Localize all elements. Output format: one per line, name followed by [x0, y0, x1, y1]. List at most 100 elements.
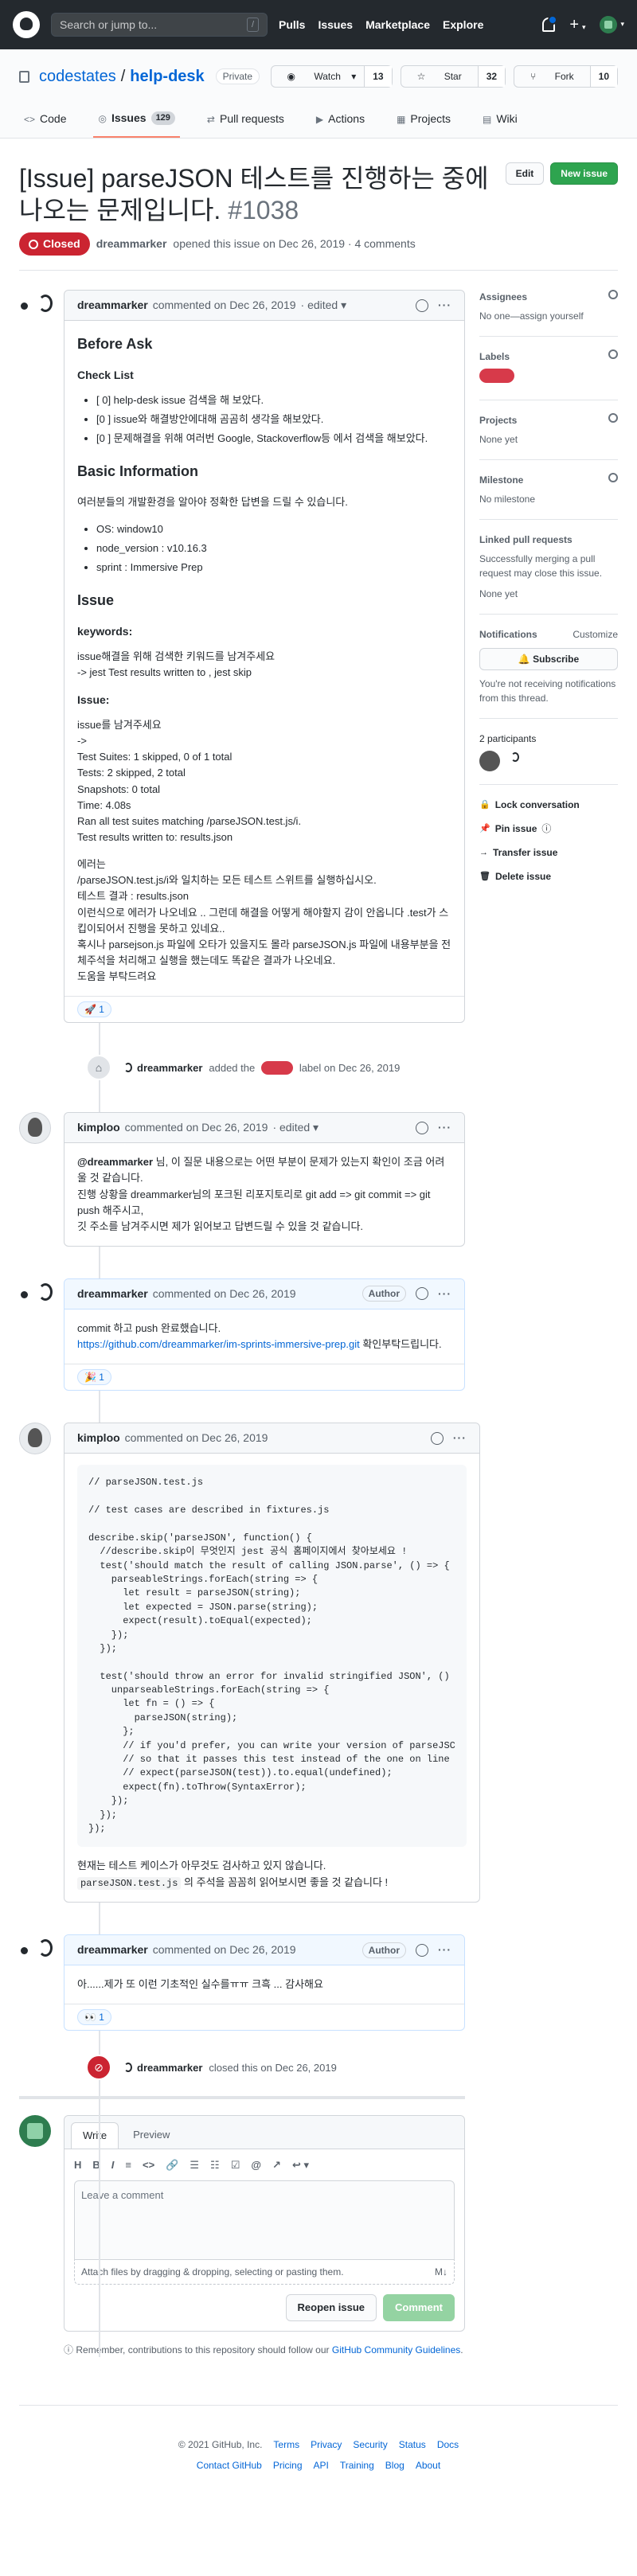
add-reaction-icon[interactable]	[430, 1431, 444, 1445]
nav-pulls[interactable]: Pulls	[279, 17, 305, 33]
add-reaction-icon[interactable]	[416, 1121, 428, 1134]
customize-link[interactable]: Customize	[573, 627, 618, 642]
edited-dropdown[interactable]: · edited ▾	[301, 297, 347, 314]
avatar[interactable]	[19, 1278, 53, 1310]
add-reaction-icon[interactable]	[416, 1943, 428, 1957]
avatar[interactable]	[19, 290, 53, 322]
bold-icon[interactable]: B	[92, 2157, 100, 2173]
comment-author[interactable]: dreammarker	[77, 1942, 148, 1958]
tab-wiki[interactable]: ▤ Wiki	[478, 103, 522, 138]
comment-author[interactable]: kimploo	[77, 1430, 120, 1446]
footer-link[interactable]: Security	[353, 2437, 387, 2452]
italic-icon[interactable]: I	[111, 2157, 115, 2173]
bug-label[interactable]	[479, 369, 514, 383]
issue-author-link[interactable]: dreammarker	[96, 236, 167, 252]
gear-icon[interactable]	[608, 290, 618, 299]
delete-issue-button[interactable]: 🗑 Delete issue	[479, 869, 618, 884]
reaction-rocket[interactable]: 🚀 1	[77, 1001, 111, 1018]
new-issue-button[interactable]: New issue	[550, 162, 618, 185]
lock-conversation-button[interactable]: 🔒 Lock conversation	[479, 798, 618, 812]
avatar[interactable]	[19, 1934, 53, 1967]
footer-link[interactable]: API	[314, 2458, 329, 2473]
more-options-icon[interactable]: ···	[438, 1942, 451, 1958]
tab-write[interactable]: Write	[71, 2122, 119, 2149]
code-icon[interactable]: <>	[143, 2157, 154, 2173]
tab-projects[interactable]: ▦ Projects	[392, 103, 455, 138]
pin-issue-button[interactable]: 📌 Pin issue ⓘ	[479, 822, 618, 836]
reaction-eyes[interactable]: 👀 1	[77, 2009, 111, 2026]
reaction-tada[interactable]: 🎉 1	[77, 1369, 111, 1386]
notification-bell-icon[interactable]	[542, 15, 558, 32]
github-logo-icon[interactable]	[13, 11, 40, 38]
quote-icon[interactable]: ≡	[125, 2157, 131, 2173]
heading-icon[interactable]: H	[74, 2157, 81, 2173]
gear-icon[interactable]	[608, 473, 618, 482]
avatar[interactable]	[19, 1423, 51, 1455]
comment-author[interactable]: dreammarker	[77, 1286, 148, 1302]
attach-files-area[interactable]: Attach files by dragging & dropping, sel…	[74, 2260, 455, 2285]
more-options-icon[interactable]: ···	[438, 1286, 451, 1302]
bullet-list-icon[interactable]: ☰	[190, 2157, 199, 2173]
repo-link[interactable]: https://github.com/dreammarker/im-sprint…	[77, 1338, 360, 1350]
watch-button[interactable]: ◉ Watch ▾ 13	[270, 65, 393, 88]
more-options-icon[interactable]: ···	[453, 1430, 467, 1446]
comment-author[interactable]: kimploo	[77, 1119, 120, 1136]
footer-link[interactable]: Privacy	[311, 2437, 342, 2452]
repo-name-link[interactable]: help-desk	[130, 64, 204, 88]
assign-yourself-link[interactable]: No one—assign yourself	[479, 309, 618, 323]
tab-actions[interactable]: ▶ Actions	[311, 103, 369, 138]
event-actor[interactable]: dreammarker	[137, 1060, 202, 1076]
nav-marketplace[interactable]: Marketplace	[365, 17, 430, 33]
more-options-icon[interactable]: ···	[438, 297, 451, 314]
avatar[interactable]	[19, 1112, 51, 1145]
nav-issues[interactable]: Issues	[318, 17, 353, 33]
footer-link[interactable]: About	[416, 2458, 440, 2473]
gear-icon[interactable]	[608, 413, 618, 423]
bug-label[interactable]: Bug	[261, 1061, 293, 1075]
mention-icon[interactable]: @	[251, 2157, 261, 2173]
footer-link[interactable]: Contact GitHub	[197, 2458, 262, 2473]
add-reaction-icon[interactable]	[416, 299, 428, 312]
avatar[interactable]	[118, 2061, 132, 2074]
footer-link[interactable]: Terms	[273, 2437, 299, 2452]
comment-author[interactable]: dreammarker	[77, 297, 148, 314]
footer-link[interactable]: Status	[399, 2437, 426, 2452]
saved-reply-icon[interactable]: ↩ ▾	[292, 2157, 309, 2173]
repo-owner-link[interactable]: codestates	[39, 64, 116, 88]
search-input[interactable]: Search or jump to... /	[51, 13, 268, 37]
link-icon[interactable]: 🔗	[166, 2157, 178, 2173]
tab-code[interactable]: <> Code	[19, 103, 71, 138]
user-menu[interactable]: ▾	[600, 16, 624, 33]
footer-link[interactable]: Docs	[437, 2437, 459, 2452]
participant-avatar[interactable]	[479, 751, 500, 771]
mention-link[interactable]: @dreammarker	[77, 1156, 153, 1168]
footer-link[interactable]: Training	[340, 2458, 374, 2473]
participant-avatar[interactable]	[505, 751, 526, 771]
edited-dropdown[interactable]: · edited ▾	[272, 1119, 318, 1136]
gear-icon[interactable]	[608, 349, 618, 359]
star-button[interactable]: ☆ Star 32	[400, 65, 506, 88]
create-new-menu[interactable]: + ▾	[569, 13, 585, 37]
more-options-icon[interactable]: ···	[438, 1119, 451, 1136]
footer-link[interactable]: Blog	[385, 2458, 404, 2473]
tab-pull-requests[interactable]: ⇄ Pull requests	[202, 103, 289, 138]
comment-textarea[interactable]: Leave a comment	[74, 2180, 455, 2261]
footer-link[interactable]: Pricing	[273, 2458, 303, 2473]
pull-request-icon: ⇄	[206, 113, 215, 125]
subscribe-button[interactable]: 🔔 Subscribe	[479, 648, 618, 670]
reopen-issue-button[interactable]: Reopen issue	[285, 2294, 377, 2321]
comment-button[interactable]: Comment	[383, 2294, 455, 2321]
tab-preview[interactable]: Preview	[122, 2122, 181, 2149]
avatar[interactable]	[118, 1061, 132, 1074]
fork-button[interactable]: ⑂ Fork 10	[514, 65, 618, 88]
tab-issues[interactable]: ◎ Issues 129	[93, 103, 180, 138]
numbered-list-icon[interactable]: ☷	[210, 2157, 220, 2173]
community-guidelines-link[interactable]: GitHub Community Guidelines	[332, 2344, 460, 2355]
add-reaction-icon[interactable]	[416, 1287, 428, 1301]
edit-button[interactable]: Edit	[505, 162, 545, 185]
cross-reference-icon[interactable]: ↗	[272, 2157, 281, 2173]
transfer-issue-button[interactable]: → Transfer issue	[479, 845, 618, 860]
task-list-icon[interactable]: ☑	[231, 2157, 240, 2173]
nav-explore[interactable]: Explore	[443, 17, 483, 33]
event-actor[interactable]: dreammarker	[137, 2060, 202, 2076]
